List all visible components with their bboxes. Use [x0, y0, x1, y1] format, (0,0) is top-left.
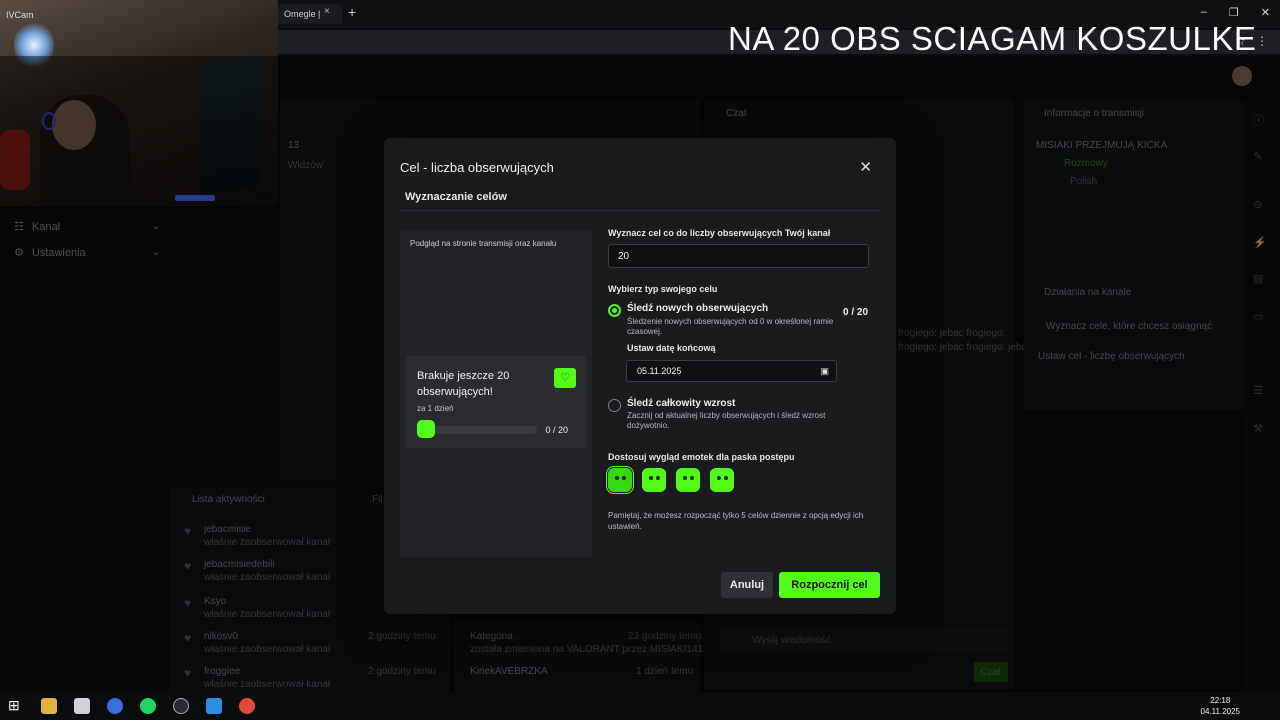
clock-date: 04.11.2025 [1200, 707, 1240, 716]
windows-start-icon[interactable]: ⊞ [8, 697, 24, 713]
emote-picker [606, 466, 734, 494]
clock[interactable]: 22:18 04.11.2025 [1201, 695, 1240, 717]
obs-icon[interactable] [173, 698, 189, 714]
end-date-value: 05.11.2025 [637, 366, 682, 376]
emote-icon [417, 420, 435, 438]
clock-time: 22:18 [1210, 696, 1231, 705]
window-controls: – ❐ ✕ [1201, 6, 1270, 19]
preview-label: Podgląd na stronie transmisji oraz kanał… [410, 239, 557, 248]
maximize-button[interactable]: ❐ [1229, 6, 1239, 19]
emote-option[interactable] [606, 466, 634, 494]
heart-icon: ♡ [554, 368, 576, 388]
preview-card: Brakuje jeszcze 20 obserwujących! za 1 d… [406, 356, 586, 448]
menu-dots-icon[interactable]: ⋮ [1256, 34, 1268, 48]
close-icon[interactable]: ✕ [859, 158, 872, 176]
browser-tab[interactable]: Omegle | [278, 4, 342, 24]
option-total-growth-title[interactable]: Śledź całkowity wzrost [627, 398, 735, 409]
preview-progress-bar [417, 426, 537, 434]
date-label: Ustaw datę końcową [627, 343, 716, 353]
option-new-followers-title[interactable]: Śledź nowych obserwujących [627, 303, 768, 314]
type-label: Wybierz typ swojego celu [608, 284, 718, 294]
browser-icon[interactable] [239, 698, 255, 714]
app-icon[interactable] [206, 698, 222, 714]
goal-input[interactable]: 20 [608, 244, 869, 268]
cancel-button[interactable]: Anuluj [721, 572, 773, 598]
emote-option[interactable] [676, 468, 700, 492]
modal-title: Cel - liczba obserwujących [400, 160, 554, 175]
limit-note: Pamiętaj, że możesz rozpocząć tylko 5 ce… [608, 511, 864, 531]
overlay-title: NA 20 OBS SCIAGAM KOSZULKE [728, 20, 1257, 57]
goal-preview: Podgląd na stronie transmisji oraz kanał… [400, 230, 592, 557]
goal-label: Wyznacz cel co do liczby obserwujących T… [608, 228, 831, 238]
close-window-button[interactable]: ✕ [1261, 6, 1270, 19]
app-icon[interactable] [74, 698, 90, 714]
divider [400, 210, 880, 211]
radio-total-growth[interactable] [608, 399, 621, 412]
option-total-growth-desc: Zacznij od aktualnej liczby obserwującyc… [627, 411, 826, 430]
end-date-input[interactable]: 05.11.2025 ▣ [626, 360, 837, 382]
emote-option[interactable] [642, 468, 666, 492]
preview-card-sub: za 1 dzień [417, 404, 454, 413]
tab-title: Omegle | [284, 9, 321, 19]
follower-goal-modal: Cel - liczba obserwujących ✕ Wyznaczanie… [384, 138, 896, 614]
emote-option[interactable] [710, 468, 734, 492]
emote-label: Dostosuj wygląd emotek dla paska postępu [608, 452, 795, 462]
minimize-button[interactable]: – [1201, 6, 1207, 19]
new-tab-button[interactable]: + [348, 4, 356, 20]
tab-close-icon[interactable]: × [324, 6, 330, 17]
option-new-followers-desc: Śledzenie nowych obserwujących od 0 w ok… [627, 317, 834, 336]
file-explorer-icon[interactable] [41, 698, 57, 714]
preview-card-title: Brakuje jeszcze 20 obserwujących! [417, 370, 510, 398]
calendar-icon[interactable]: ▣ [820, 366, 829, 377]
preview-count: 0 / 20 [545, 425, 568, 435]
webcam-label: IVCam [6, 10, 34, 20]
spotify-icon[interactable] [140, 698, 156, 714]
start-goal-button[interactable]: Rozpocznij cel [779, 572, 880, 598]
modal-subtitle: Wyznaczanie celów [405, 191, 507, 203]
taskbar: ⊞ 22:18 04.11.2025 [0, 692, 1280, 720]
radio-new-followers[interactable] [608, 304, 621, 317]
chrome-icon[interactable] [107, 698, 123, 714]
